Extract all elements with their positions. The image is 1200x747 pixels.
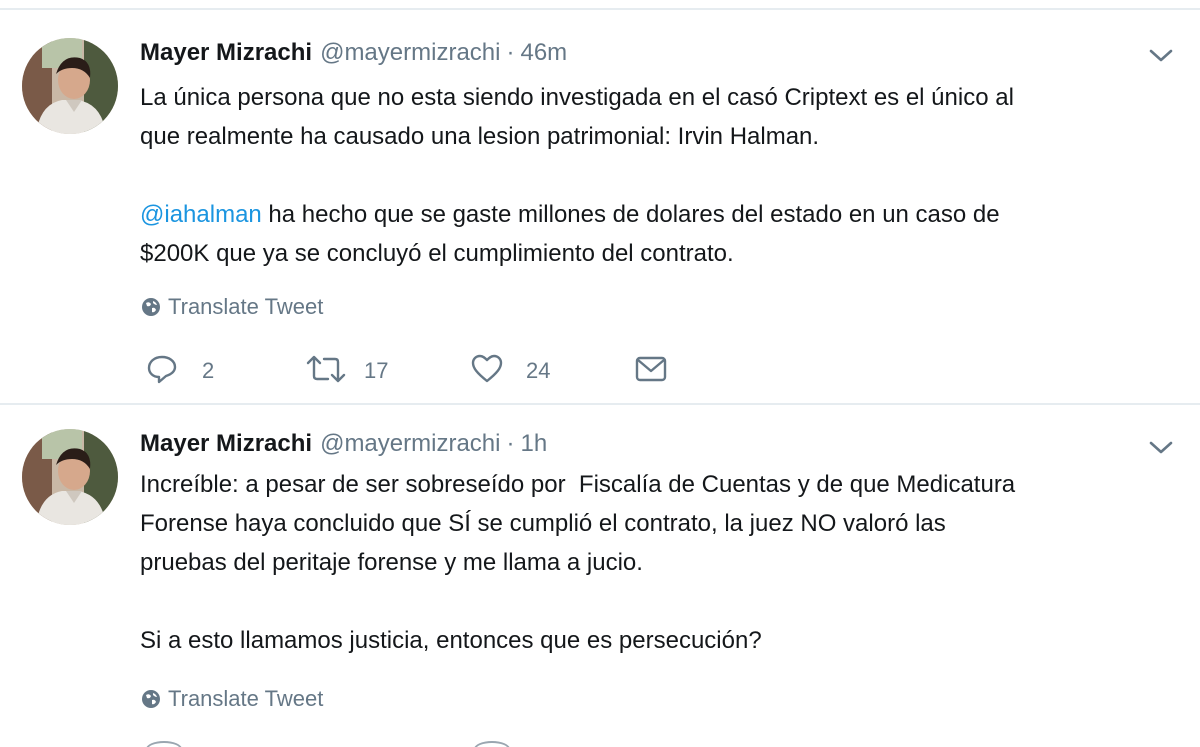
reply-button[interactable]: 2 <box>146 350 236 390</box>
tweet-text-line: $200K que ya se concluyó el cumplimiento… <box>140 240 734 267</box>
reply-count: 2 <box>202 358 215 383</box>
header-separator: · <box>506 430 515 457</box>
tweet[interactable]: Mayer Mizrachi @mayermizrachi · 46m La únic… <box>0 10 1200 403</box>
author-name[interactable]: Mayer Mizrachi <box>140 430 312 457</box>
header-separator: · <box>506 39 515 66</box>
tweet-timestamp[interactable]: 1h <box>520 430 547 457</box>
tweet-text-line: Forense haya concluido que SÍ se cumplió… <box>140 510 946 537</box>
tweet-text: Increíble: a pesar de ser sobreseído por… <box>140 465 1180 660</box>
caret-down-icon[interactable] <box>1148 46 1174 66</box>
tweet-text: La única persona que no esta siendo inve… <box>140 78 1180 273</box>
tweet-actions-cropped <box>140 741 540 747</box>
like-count: 24 <box>526 358 551 383</box>
tweet-text-line: pruebas del peritaje forense y me llama … <box>140 549 643 576</box>
retweet-icon <box>306 355 346 383</box>
author-handle[interactable]: @mayermizrachi <box>320 39 500 66</box>
author-handle[interactable]: @mayermizrachi <box>320 430 500 457</box>
tweet-text-fragment: ha hecho que se gaste millones de dolare… <box>261 201 1000 228</box>
tweet-text-line: Increíble: a pesar de ser sobreseído por… <box>140 471 1016 498</box>
direct-message-button[interactable] <box>634 350 674 390</box>
tweet-timestamp[interactable]: 46m <box>520 39 567 66</box>
tweet-text-line: que realmente ha causado una lesion patr… <box>140 123 820 150</box>
mention-link[interactable]: @iahalman <box>140 201 262 228</box>
like-button[interactable]: 24 <box>470 350 570 390</box>
reply-icon <box>147 355 177 384</box>
translate-tweet-link[interactable]: Translate Tweet <box>140 685 323 713</box>
like-icon[interactable] <box>474 741 510 747</box>
reply-icon[interactable] <box>146 741 182 747</box>
avatar[interactable] <box>22 38 118 134</box>
tweet-actions: 2 17 24 <box>140 350 740 390</box>
author-name[interactable]: Mayer Mizrachi <box>140 39 312 66</box>
tweet-text-line: Si a esto llamamos justicia, entonces qu… <box>140 627 762 654</box>
globe-icon <box>140 688 162 710</box>
caret-down-icon[interactable] <box>1148 438 1174 458</box>
translate-tweet-label: Translate Tweet <box>168 686 324 711</box>
retweet-button[interactable]: 17 <box>306 350 416 390</box>
direct-message-icon <box>635 356 667 382</box>
translate-tweet-label: Translate Tweet <box>168 294 324 319</box>
tweet-text-line: @iahalman ha hecho que se gaste millones… <box>140 195 1180 234</box>
tweet-header: Mayer Mizrachi @mayermizrachi · 46m <box>140 36 567 70</box>
tweet[interactable]: Mayer Mizrachi @mayermizrachi · 1h Increíbl… <box>0 405 1200 747</box>
like-icon <box>471 354 503 383</box>
tweet-text-line: La única persona que no esta siendo inve… <box>140 84 1014 111</box>
avatar[interactable] <box>22 429 118 525</box>
translate-tweet-link[interactable]: Translate Tweet <box>140 293 323 321</box>
tweet-header: Mayer Mizrachi @mayermizrachi · 1h <box>140 427 547 461</box>
retweet-count: 17 <box>364 358 389 383</box>
globe-icon <box>140 296 162 318</box>
